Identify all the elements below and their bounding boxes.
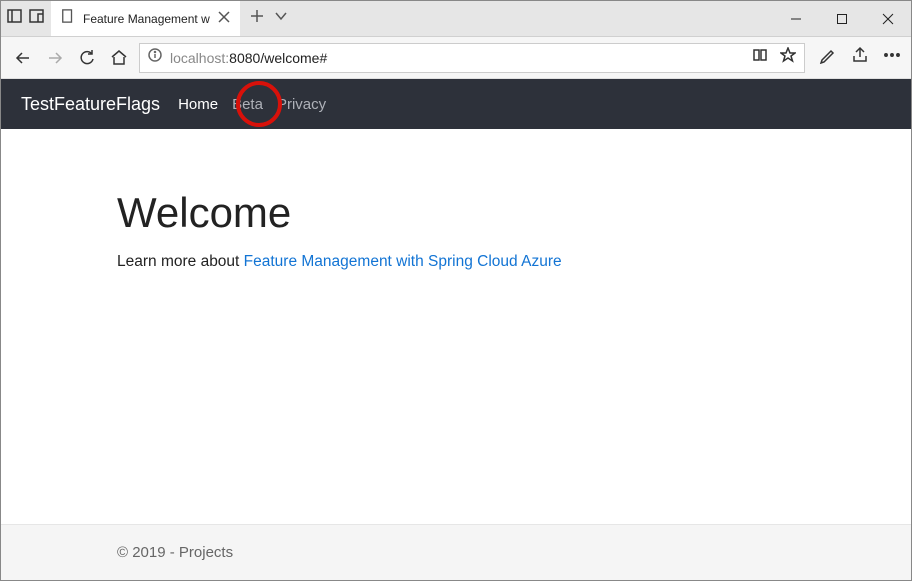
settings-menu-icon[interactable] — [883, 46, 901, 69]
window-controls — [773, 1, 911, 36]
notes-icon[interactable] — [819, 46, 837, 69]
browser-toolbar: localhost:8080/welcome# — [1, 37, 911, 79]
url-host: 8080 — [229, 50, 260, 66]
reading-view-icon[interactable] — [752, 47, 768, 68]
page-main: Welcome Learn more about Feature Managem… — [1, 129, 911, 271]
titlebar-left-icons — [1, 1, 51, 36]
share-icon[interactable] — [851, 46, 869, 69]
site-navbar: TestFeatureFlags Home Beta Privacy — [1, 79, 911, 129]
browser-tab[interactable]: Feature Management w — [51, 1, 240, 36]
home-button[interactable] — [107, 46, 131, 70]
site-info-icon[interactable] — [148, 48, 162, 67]
url-host-dim: localhost: — [170, 50, 229, 66]
address-bar[interactable]: localhost:8080/welcome# — [139, 43, 805, 73]
tab-actions — [240, 1, 298, 36]
back-button[interactable] — [11, 46, 35, 70]
tab-options-button[interactable] — [274, 9, 288, 28]
close-window-button[interactable] — [865, 1, 911, 36]
footer-text: © 2019 - Projects — [117, 544, 233, 561]
address-bar-text: localhost:8080/welcome# — [170, 50, 327, 66]
site-brand[interactable]: TestFeatureFlags — [21, 94, 160, 115]
favorite-icon[interactable] — [780, 47, 796, 68]
page-footer: © 2019 - Projects — [1, 524, 911, 580]
feature-management-link[interactable]: Feature Management with Spring Cloud Azu… — [244, 253, 562, 270]
nav-item-privacy[interactable]: Privacy — [277, 96, 326, 113]
lead-prefix: Learn more about — [117, 253, 244, 270]
tab-preview-icon[interactable] — [29, 8, 45, 29]
browser-tab-title: Feature Management w — [83, 12, 210, 26]
forward-button[interactable] — [43, 46, 67, 70]
toolbar-right — [819, 46, 901, 69]
nav-item-home[interactable]: Home — [178, 96, 218, 113]
new-tab-button[interactable] — [250, 9, 264, 28]
refresh-button[interactable] — [75, 46, 99, 70]
tab-close-button[interactable] — [218, 10, 230, 28]
page-icon — [61, 9, 75, 28]
nav-item-beta[interactable]: Beta — [232, 96, 263, 113]
window-titlebar: Feature Management w — [1, 1, 911, 37]
tab-aside-icon[interactable] — [7, 8, 23, 29]
page-title: Welcome — [117, 189, 795, 237]
maximize-button[interactable] — [819, 1, 865, 36]
url-path: /welcome# — [260, 50, 327, 66]
page-lead: Learn more about Feature Management with… — [117, 253, 795, 271]
minimize-button[interactable] — [773, 1, 819, 36]
